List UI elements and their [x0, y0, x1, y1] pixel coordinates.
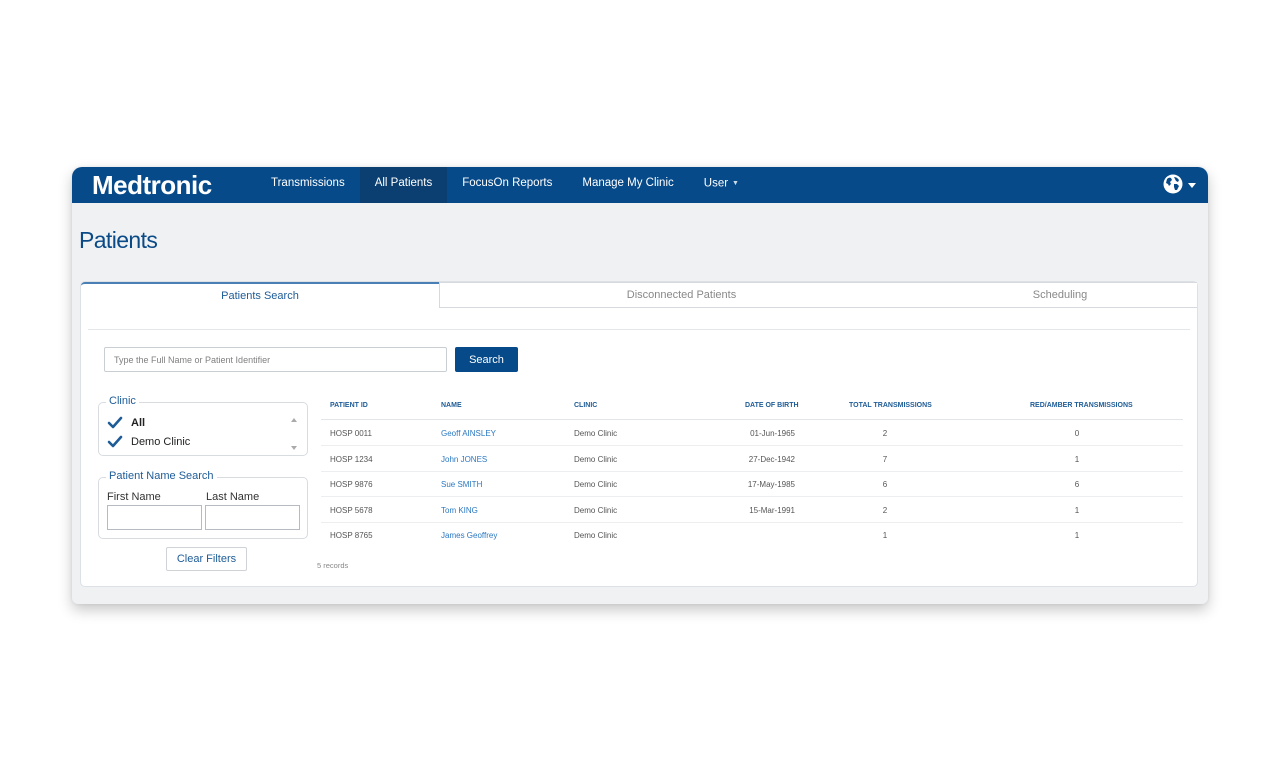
nav-item-transmissions[interactable]: Transmissions: [256, 167, 360, 203]
patients-card: Patients Search Disconnected Patients Sc…: [80, 281, 1198, 587]
header-red-amber-transmissions[interactable]: RED/AMBER TRANSMISSIONS: [1030, 402, 1133, 409]
cell-red-amber-transmissions: 1: [1074, 455, 1080, 464]
clear-filters-button[interactable]: Clear Filters: [166, 547, 247, 571]
first-name-field[interactable]: [107, 505, 202, 530]
checkmark-icon[interactable]: [107, 435, 123, 449]
cell-red-amber-transmissions: 6: [1074, 480, 1080, 489]
cell-red-amber-transmissions: 0: [1074, 429, 1080, 438]
clinic-list-scrollbar[interactable]: [289, 415, 299, 453]
clinic-option-all[interactable]: All: [107, 413, 190, 432]
nav-item-user[interactable]: User ▼: [689, 167, 754, 203]
cell-clinic: Demo Clinic: [574, 429, 618, 438]
nav-item-user-label: User: [703, 177, 729, 190]
clinic-filter: Clinic All Demo Clinic: [98, 395, 308, 456]
table-row[interactable]: HOSP 9876 Sue SMITH Demo Clinic 17-May-1…: [321, 472, 1183, 497]
table-row[interactable]: HOSP 0011 Geoff AINSLEY Demo Clinic 01-J…: [321, 421, 1183, 446]
cell-total-transmissions: 2: [882, 506, 888, 515]
cell-total-transmissions: 7: [882, 455, 888, 464]
cell-patient-name-link[interactable]: Geoff AINSLEY: [441, 429, 496, 438]
table-header: PATIENT ID NAME CLINIC DATE OF BIRTH TOT…: [321, 396, 1183, 420]
first-name-label: First Name: [107, 491, 161, 503]
chevron-down-icon: [1188, 183, 1196, 188]
cell-patient-id: HOSP 9876: [330, 480, 373, 489]
cell-date-of-birth: 27-Dec-1942: [748, 455, 795, 464]
app-window: Medtronic Transmissions All Patients Foc…: [72, 167, 1208, 604]
clinic-filter-legend: Clinic: [106, 395, 139, 407]
cell-date-of-birth: 17-May-1985: [747, 480, 795, 489]
cell-red-amber-transmissions: 1: [1074, 506, 1080, 515]
cell-patient-name-link[interactable]: Tom KING: [441, 506, 478, 515]
clinic-option-demo-clinic[interactable]: Demo Clinic: [107, 432, 190, 451]
patient-name-search: Patient Name Search First Name Last Name: [98, 470, 308, 539]
medtronic-logo[interactable]: Medtronic: [92, 168, 212, 202]
table-row[interactable]: HOSP 5678 Tom KING Demo Clinic 15-Mar-19…: [321, 498, 1183, 523]
patient-name-search-legend: Patient Name Search: [106, 470, 217, 482]
tab-disconnected-patients[interactable]: Disconnected Patients: [439, 282, 923, 308]
cell-total-transmissions: 2: [882, 429, 888, 438]
cell-clinic: Demo Clinic: [574, 455, 618, 464]
header-clinic[interactable]: CLINIC: [574, 402, 597, 409]
header-name[interactable]: NAME: [441, 402, 462, 409]
header-patient-id[interactable]: PATIENT ID: [330, 402, 368, 409]
tab-bar: Patients Search Disconnected Patients Sc…: [81, 282, 1197, 308]
cell-total-transmissions: 1: [882, 531, 888, 540]
last-name-field[interactable]: [205, 505, 300, 530]
search-button[interactable]: Search: [455, 347, 518, 372]
nav-item-manage-my-clinic[interactable]: Manage My Clinic: [567, 167, 688, 203]
cell-patient-id: HOSP 0011: [330, 429, 372, 438]
header-total-transmissions[interactable]: TOTAL TRANSMISSIONS: [849, 402, 932, 409]
globe-icon: [1163, 174, 1183, 194]
header-date-of-birth[interactable]: DATE OF BIRTH: [745, 402, 799, 409]
clinic-option-label: Demo Clinic: [131, 435, 191, 448]
page-title: Patients: [79, 227, 158, 253]
chevron-down-icon: ▼: [732, 180, 739, 187]
clinic-options: All Demo Clinic: [107, 413, 190, 451]
checkmark-icon[interactable]: [107, 416, 123, 430]
divider: [88, 329, 1190, 330]
scroll-down-icon[interactable]: [291, 446, 297, 450]
cell-clinic: Demo Clinic: [574, 480, 618, 489]
last-name-label: Last Name: [206, 491, 260, 503]
nav-menu: Transmissions All Patients FocusOn Repor…: [256, 167, 754, 203]
nav-item-focuson-reports[interactable]: FocusOn Reports: [447, 167, 567, 203]
nav-item-all-patients[interactable]: All Patients: [359, 167, 448, 203]
cell-clinic: Demo Clinic: [574, 531, 618, 540]
language-menu[interactable]: [1163, 174, 1196, 194]
cell-patient-id: HOSP 5678: [330, 506, 373, 515]
cell-patient-id: HOSP 1234: [330, 455, 373, 464]
cell-patient-id: HOSP 8765: [330, 531, 373, 540]
cell-date-of-birth: 01-Jun-1965: [750, 429, 795, 438]
cell-patient-name-link[interactable]: Sue SMITH: [441, 480, 482, 489]
cell-patient-name-link[interactable]: John JONES: [441, 455, 487, 464]
cell-date-of-birth: 15-Mar-1991: [749, 506, 795, 515]
cell-total-transmissions: 6: [882, 480, 888, 489]
table-row[interactable]: HOSP 1234 John JONES Demo Clinic 27-Dec-…: [321, 447, 1183, 472]
records-count: 5 records: [317, 561, 349, 570]
scroll-up-icon[interactable]: [291, 418, 297, 422]
cell-red-amber-transmissions: 1: [1074, 531, 1080, 540]
tab-patients-search[interactable]: Patients Search: [81, 282, 439, 308]
cell-clinic: Demo Clinic: [574, 506, 618, 515]
table-row[interactable]: HOSP 8765 James Geoffrey Demo Clinic 1 1: [321, 523, 1183, 548]
top-navbar: Medtronic Transmissions All Patients Foc…: [72, 167, 1208, 203]
cell-patient-name-link[interactable]: James Geoffrey: [441, 531, 497, 540]
tab-scheduling[interactable]: Scheduling: [923, 282, 1197, 308]
clinic-option-label: All: [131, 416, 146, 429]
search-input[interactable]: [104, 347, 447, 372]
